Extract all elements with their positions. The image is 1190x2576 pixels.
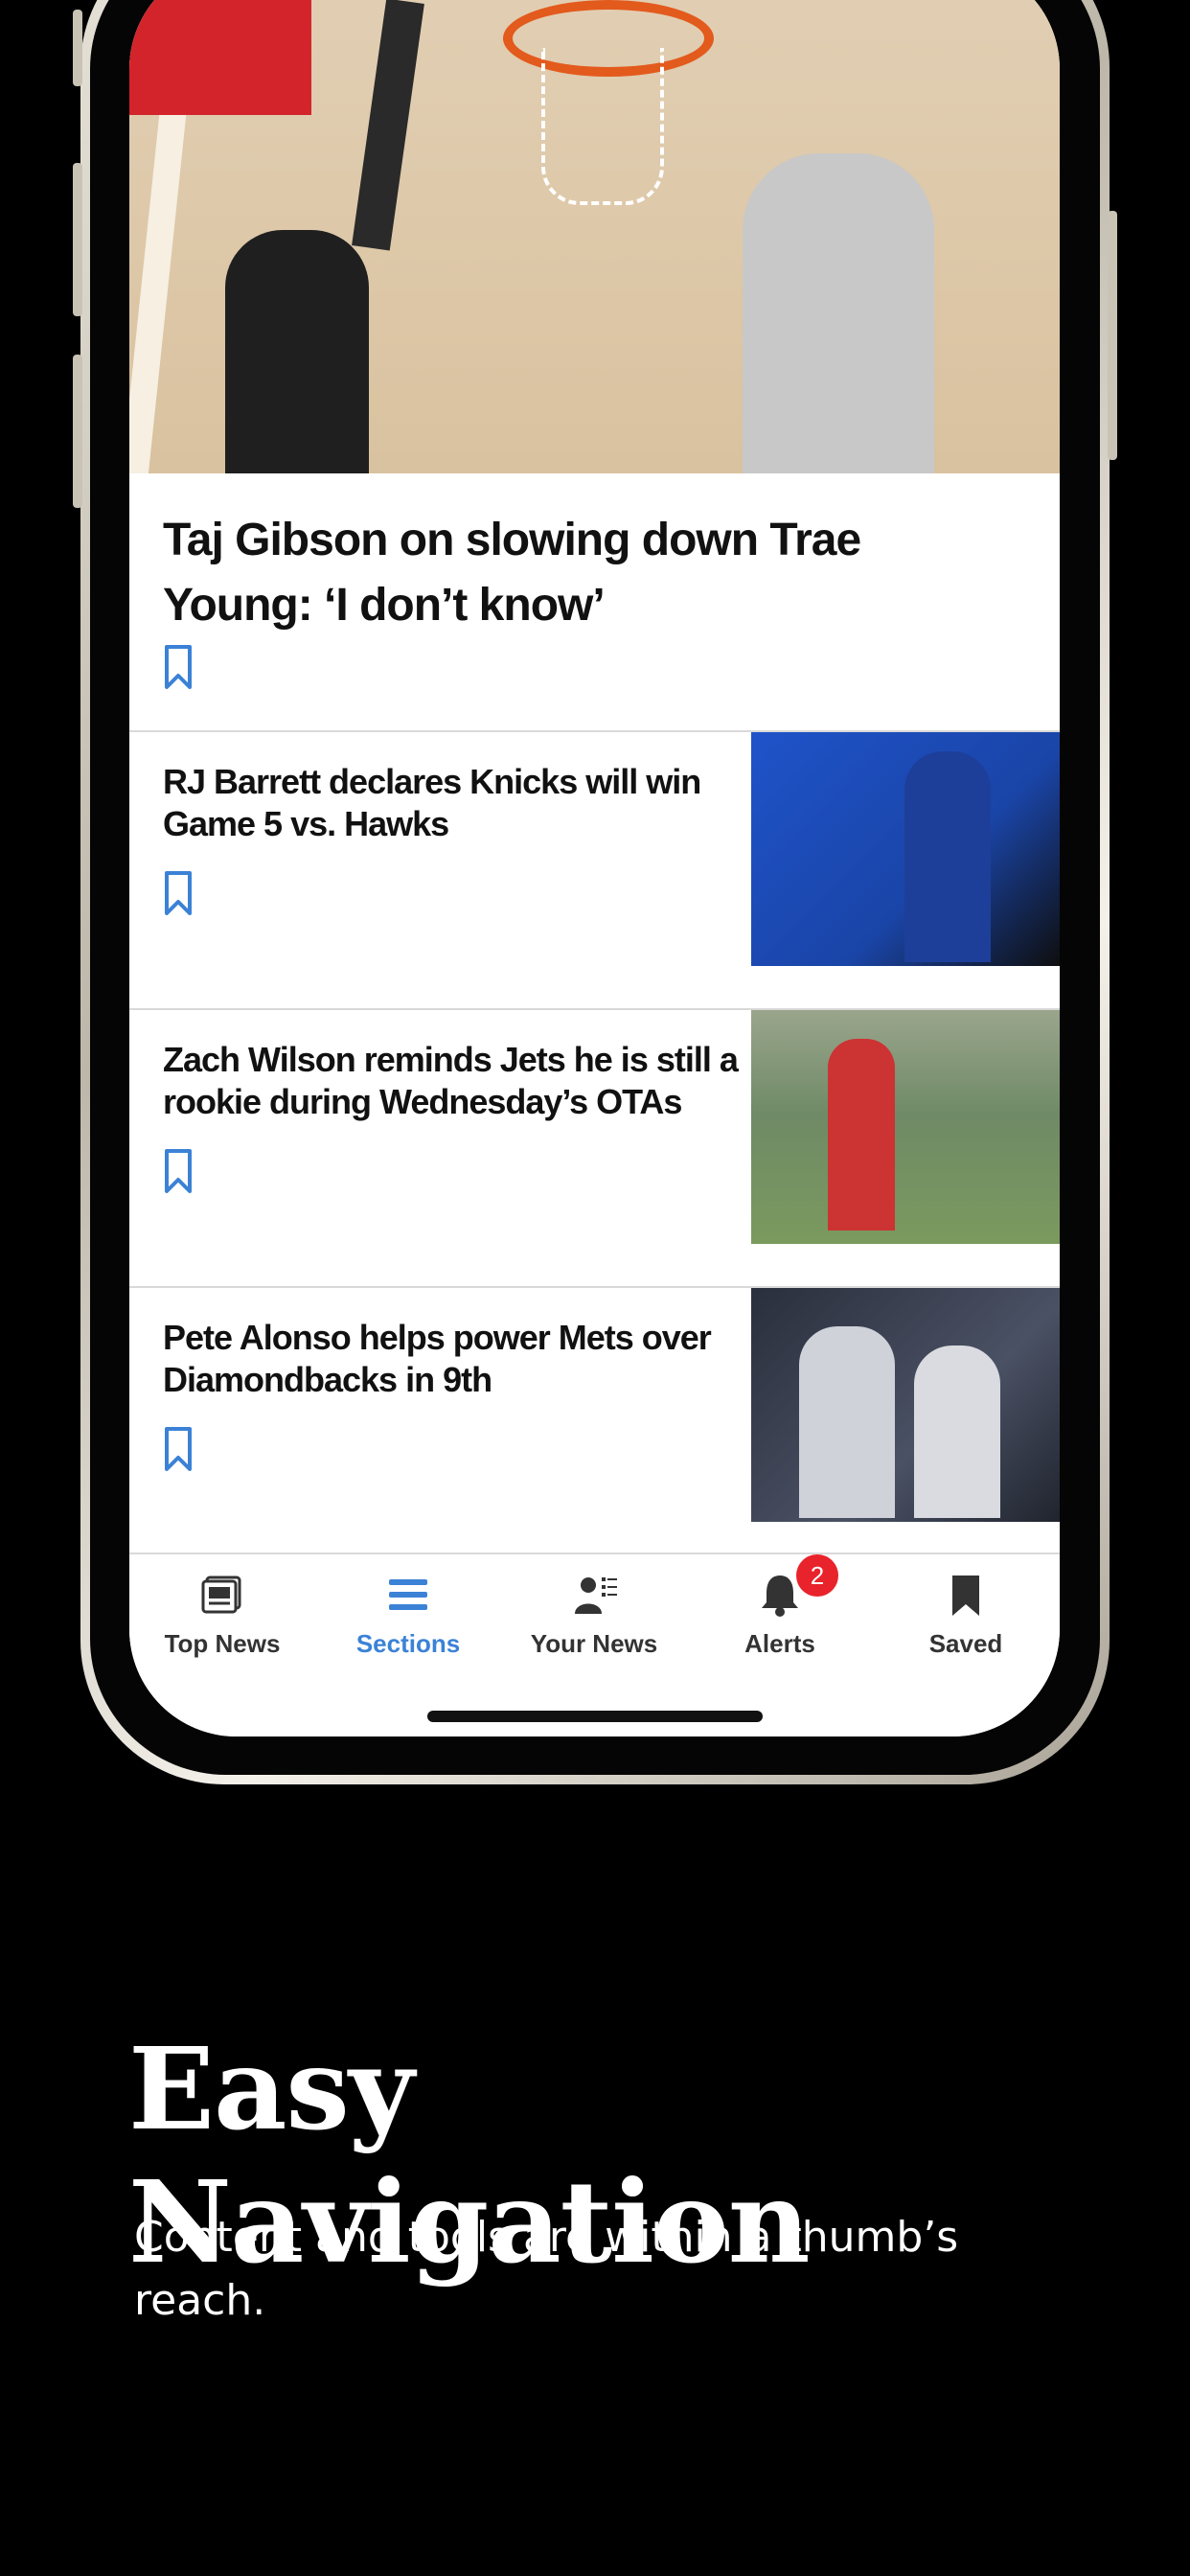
tab-label: Alerts — [744, 1629, 815, 1658]
bookmark-icon[interactable] — [164, 1426, 193, 1472]
person-list-icon — [575, 1577, 617, 1614]
tab-label: Top News — [164, 1629, 281, 1658]
phone-volume-up-button — [73, 163, 82, 316]
menu-icon — [389, 1579, 427, 1610]
story-row[interactable]: RJ Barrett declares Knicks will win Game… — [129, 732, 1060, 1010]
home-indicator[interactable] — [427, 1711, 763, 1722]
lead-story-title[interactable]: Taj Gibson on slowing down Trae Young: ‘… — [163, 508, 1006, 638]
story-title[interactable]: Zach Wilson reminds Jets he is still a r… — [163, 1039, 739, 1123]
tab-label: Your News — [530, 1629, 658, 1658]
bookmark-icon — [952, 1576, 979, 1616]
tab-sections[interactable]: Sections — [315, 1554, 501, 1669]
tab-your-news[interactable]: Your News — [501, 1554, 687, 1669]
phone-volume-down-button — [73, 355, 82, 508]
tab-alerts[interactable]: 2 Alerts — [687, 1554, 873, 1669]
story-title[interactable]: Pete Alonso helps power Mets over Diamon… — [163, 1317, 738, 1401]
bookmark-icon[interactable] — [164, 870, 193, 916]
story-thumbnail[interactable] — [751, 1288, 1060, 1522]
bookmark-icon[interactable] — [164, 644, 193, 690]
phone-power-button — [1108, 211, 1117, 460]
tab-top-news[interactable]: Top News — [129, 1554, 315, 1669]
tab-label: Sections — [355, 1629, 461, 1658]
story-row[interactable]: Pete Alonso helps power Mets over Diamon… — [129, 1288, 1060, 1552]
tab-label: Saved — [928, 1629, 1003, 1658]
story-title[interactable]: RJ Barrett declares Knicks will win Game… — [163, 761, 738, 845]
tab-saved[interactable]: Saved — [873, 1554, 1059, 1669]
app-screen: Taj Gibson on slowing down Trae Young: ‘… — [129, 0, 1060, 1736]
lead-story-image[interactable] — [129, 0, 1060, 473]
bookmark-icon[interactable] — [164, 1148, 193, 1194]
story-thumbnail[interactable] — [751, 732, 1060, 966]
phone-side-button — [73, 10, 82, 86]
lead-story-card[interactable]: Taj Gibson on slowing down Trae Young: ‘… — [129, 473, 1060, 732]
newspaper-icon — [201, 1576, 241, 1614]
tab-bar: Top News Sections Your News 2 Alerts Sav… — [129, 1552, 1060, 1736]
alerts-badge: 2 — [796, 1554, 838, 1597]
story-thumbnail[interactable] — [751, 1010, 1060, 1244]
story-row[interactable]: Zach Wilson reminds Jets he is still a r… — [129, 1010, 1060, 1288]
promo-subline: Content and tools are within a thumb’s r… — [134, 2213, 959, 2325]
